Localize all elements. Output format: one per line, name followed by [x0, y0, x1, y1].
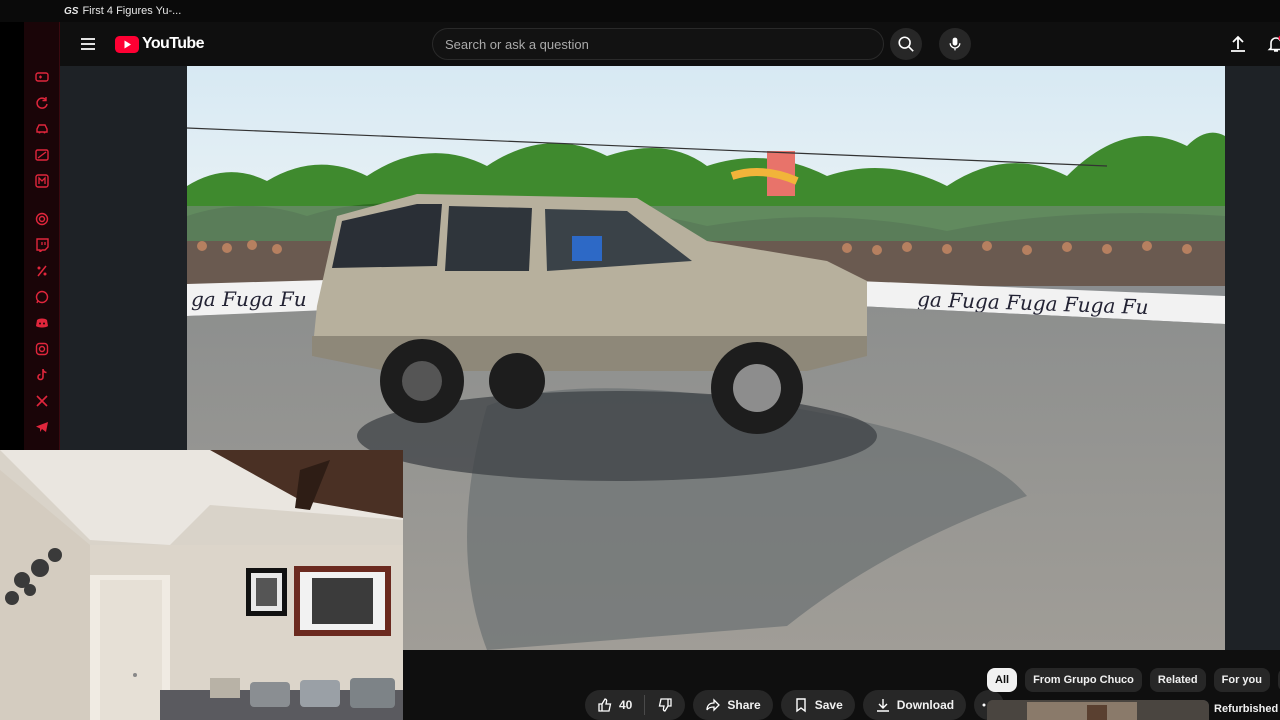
save-button[interactable]: Save	[780, 690, 855, 720]
refresh-icon[interactable]	[35, 96, 49, 110]
download-button[interactable]: Download	[862, 690, 967, 720]
share-button[interactable]: Share	[693, 690, 773, 720]
x-icon[interactable]	[35, 394, 49, 408]
recommendation-chips: All From Grupo Chuco Related For you R	[987, 668, 1280, 692]
thumbs-up-icon	[598, 698, 612, 712]
hamburger-menu-icon[interactable]	[78, 34, 98, 54]
discord-icon[interactable]	[35, 316, 49, 330]
recommendation-title[interactable]: Refurbished B	[1214, 703, 1280, 715]
overlay-sidebar	[24, 22, 60, 450]
upload-button[interactable]	[1228, 34, 1248, 54]
save-label: Save	[814, 698, 843, 712]
download-icon	[876, 699, 889, 712]
microphone-icon	[949, 37, 961, 51]
webcam-feed	[0, 450, 403, 720]
search-box	[432, 28, 884, 60]
search-icon	[898, 36, 914, 52]
percent-icon[interactable]	[35, 264, 49, 278]
banner-text-left: ga Fuga Fu	[191, 287, 307, 311]
youtube-header: YouTube	[60, 22, 1280, 66]
browser-tab-bar: GS First 4 Figures Yu-...	[0, 0, 1280, 22]
chip-from-channel[interactable]: From Grupo Chuco	[1025, 668, 1142, 692]
chip-for-you[interactable]: For you	[1213, 668, 1270, 692]
card-icon[interactable]	[35, 148, 49, 162]
download-label: Download	[896, 698, 955, 712]
video-actions: 40 Share Save Download	[585, 690, 1005, 720]
search-button[interactable]	[890, 28, 922, 60]
m-box-icon[interactable]	[35, 174, 49, 188]
webcam-overlay	[0, 450, 403, 720]
notifications-button[interactable]	[1266, 34, 1280, 54]
dislike-button[interactable]	[645, 690, 685, 720]
like-button[interactable]: 40	[585, 690, 644, 720]
twitch-icon[interactable]	[35, 238, 49, 252]
telegram-icon[interactable]	[35, 420, 49, 434]
recommendation-thumbnail[interactable]	[987, 700, 1209, 720]
share-icon	[706, 698, 721, 712]
tab-favicon: GS	[64, 5, 79, 17]
share-label: Share	[727, 698, 761, 712]
search-input[interactable]	[445, 36, 825, 52]
bookmark-icon	[796, 698, 806, 713]
youtube-logo[interactable]: YouTube	[115, 35, 204, 53]
browser-tab[interactable]: GS First 4 Figures Yu-...	[64, 5, 181, 17]
voice-search-button[interactable]	[939, 28, 971, 60]
thumbs-down-icon	[659, 698, 673, 712]
upload-icon	[1231, 35, 1245, 52]
spiral-icon[interactable]	[35, 212, 49, 226]
like-dislike-group: 40	[585, 690, 686, 720]
car-icon[interactable]	[35, 122, 49, 136]
logo-text: YouTube	[142, 35, 204, 52]
chip-related[interactable]: Related	[1149, 668, 1206, 692]
tab-title: First 4 Figures Yu-...	[82, 5, 182, 17]
bell-icon	[1267, 35, 1280, 52]
gamepad-icon[interactable]	[35, 70, 49, 84]
like-count: 40	[619, 698, 633, 712]
youtube-play-icon	[115, 35, 139, 53]
tiktok-icon[interactable]	[35, 368, 49, 382]
chip-all[interactable]: All	[987, 668, 1018, 692]
instagram-icon[interactable]	[35, 342, 49, 356]
whatsapp-icon[interactable]	[35, 290, 49, 304]
left-edge	[0, 22, 24, 450]
